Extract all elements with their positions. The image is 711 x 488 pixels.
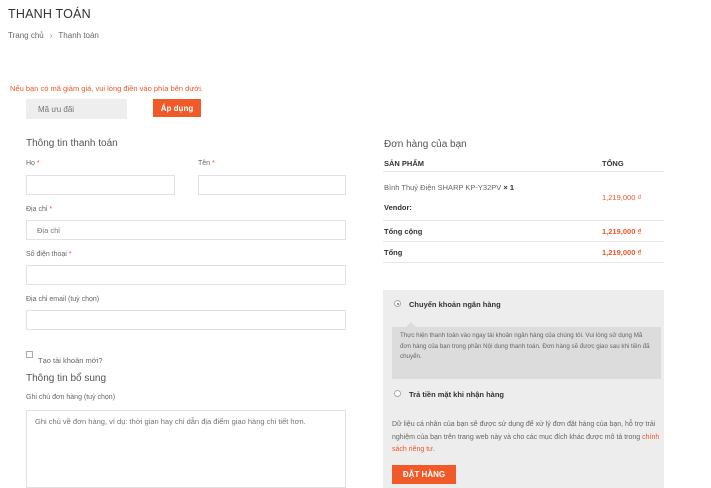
create-account-label: Tạo tài khoản mới? xyxy=(38,356,103,365)
apply-coupon-button[interactable]: Áp dụng xyxy=(153,99,201,117)
order-section-title: Đơn hàng của bạn xyxy=(384,139,467,150)
order-item-vendor: Vendor: xyxy=(384,203,412,212)
table-divider xyxy=(383,171,664,172)
subtotal-value: 1,219,000 ₫ xyxy=(602,227,642,236)
email-label: Địa chỉ email (tuỳ chọn) xyxy=(26,296,100,303)
breadcrumb-home-link[interactable]: Trang chủ xyxy=(8,31,44,40)
coupon-code-input[interactable] xyxy=(26,99,127,119)
place-order-button[interactable]: ĐẶT HÀNG xyxy=(392,465,456,484)
address-label: Địa chỉ * xyxy=(26,206,53,213)
table-divider xyxy=(383,220,664,221)
product-column-header: SẢN PHẨM xyxy=(384,159,425,168)
additional-section-title: Thông tin bổ sung xyxy=(26,373,107,384)
order-item-name: Bình Thuỷ Điện SHARP KP-Y32PV × 1 xyxy=(384,183,515,192)
breadcrumb-current: Thanh toán xyxy=(58,31,99,40)
email-field[interactable] xyxy=(26,310,346,330)
order-item-price: 1,219,000 ₫ xyxy=(602,193,642,202)
order-notes-label: Ghi chú đơn hàng (tuỳ chọn) xyxy=(26,394,116,401)
phone-label: Số điện thoại * xyxy=(26,251,72,258)
first-name-field[interactable] xyxy=(198,175,346,195)
total-column-header: TỔNG xyxy=(602,159,624,168)
order-notes-textarea[interactable] xyxy=(26,410,346,488)
cod-radio[interactable] xyxy=(394,390,401,397)
total-label: Tổng xyxy=(384,248,403,257)
last-name-label: Họ * xyxy=(26,160,40,167)
last-name-field[interactable] xyxy=(26,175,175,195)
subtotal-label: Tổng cộng xyxy=(384,227,423,236)
billing-section-title: Thông tin thanh toán xyxy=(26,138,118,149)
page-title: THANH TOÁN xyxy=(8,7,91,21)
first-name-label: Tên * xyxy=(198,160,215,167)
phone-field[interactable] xyxy=(26,265,346,285)
bank-transfer-radio[interactable] xyxy=(394,300,401,307)
create-account-checkbox[interactable] xyxy=(26,351,33,358)
bank-transfer-description: Thực hiện thanh toán vào ngay tài khoản … xyxy=(392,322,661,379)
total-value: 1,219,000 ₫ xyxy=(602,248,642,257)
table-divider xyxy=(383,241,664,242)
breadcrumb-separator: › xyxy=(49,31,53,40)
cod-label[interactable]: Trả tiền mặt khi nhận hàng xyxy=(409,390,504,399)
breadcrumb: Trang chủ › Thanh toán xyxy=(8,31,99,40)
bank-transfer-label[interactable]: Chuyển khoản ngân hàng xyxy=(409,300,501,309)
address-field[interactable] xyxy=(26,220,346,240)
table-divider xyxy=(383,262,664,263)
privacy-notice: Dữ liệu cá nhân của bạn sẽ được sử dụng … xyxy=(392,421,660,453)
coupon-note: Nếu bạn có mã giảm giá, vui lòng điền và… xyxy=(10,84,203,93)
payment-methods-panel xyxy=(383,290,664,488)
